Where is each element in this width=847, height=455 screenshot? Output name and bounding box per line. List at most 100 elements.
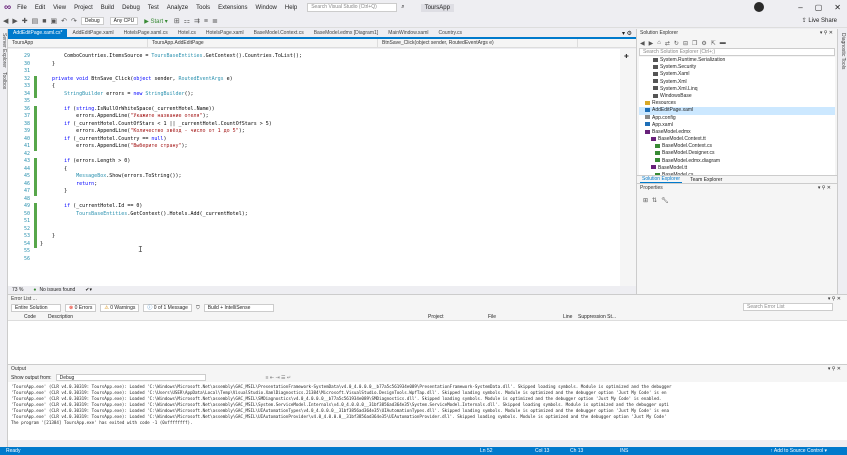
column-description[interactable]: Description (48, 314, 73, 320)
categorized-icon[interactable]: ⊞ (643, 197, 648, 204)
diagnostic-tools-tab[interactable]: Diagnostic Tools (840, 33, 846, 69)
comment-icon[interactable]: ≡ (204, 18, 208, 25)
panel-controls-icon[interactable]: ▾ ⚲ ✕ (828, 365, 841, 373)
code-line[interactable]: errors.AppendLine("Количество звёзд - чи… (40, 128, 620, 136)
code-line[interactable]: } (40, 241, 620, 249)
home-icon[interactable]: ⌂ (657, 40, 661, 46)
add-to-source-control-button[interactable]: ↑ Add to Source Control ▾ (770, 448, 827, 454)
code-line[interactable]: errors.AppendLine("Выберите страну"); (40, 143, 620, 151)
error-list-search-input[interactable]: Search Error List (743, 303, 833, 311)
output-text[interactable]: 'ToursApp.exe' (CLR v4.0.30319: ToursApp… (8, 382, 847, 440)
code-line[interactable]: ComboCountries.ItemsSource = ToursBaseEn… (40, 53, 620, 61)
maximize-icon[interactable]: ▢ (815, 3, 823, 12)
warnings-filter-button[interactable]: ⚠ 0 Warnings (100, 304, 140, 312)
live-share-button[interactable]: ⇪ Live Share (802, 17, 837, 24)
code-line[interactable]: if (string.IsNullOrWhiteSpace(_currentHo… (40, 106, 620, 114)
tree-item[interactable]: AddEditPage.xaml (639, 107, 835, 115)
minimize-icon[interactable]: – (798, 3, 802, 12)
tab-solution-explorer[interactable]: Solution Explorer (640, 176, 683, 183)
code-line[interactable]: } (40, 61, 620, 69)
pin-icon[interactable]: ▬ (720, 40, 726, 46)
tree-item[interactable]: BaseModel.edmx.diagram (639, 158, 835, 165)
class-dropdown[interactable]: ToursApp.AddEditPage (148, 38, 378, 48)
scope-select[interactable]: Entire Solution (11, 304, 61, 312)
panel-controls-icon[interactable]: ▾ ⚲ ✕ (818, 184, 831, 192)
column-suppression[interactable]: Suppression St... (578, 314, 616, 320)
tree-item[interactable]: BaseModel.tt (639, 165, 835, 172)
search-input[interactable]: Search Visual Studio (Ctrl+Q) (307, 3, 398, 12)
tree-item[interactable]: System.Runtime.Serialization (639, 57, 835, 64)
solution-explorer-search-input[interactable]: Search Solution Explorer (Ctrl+;) (639, 48, 835, 56)
back-icon[interactable]: ◀ (640, 40, 645, 47)
tree-item[interactable]: System.Xaml (639, 71, 835, 78)
code-line[interactable]: if (_currentHotel.Country == null) (40, 136, 620, 144)
editor-scrollbar[interactable]: ✚ (620, 49, 636, 286)
close-icon[interactable]: ✕ (834, 3, 841, 12)
code-line[interactable]: return; (40, 181, 620, 189)
tree-item[interactable]: System.Security (639, 64, 835, 71)
code-line[interactable]: errors.AppendLine("Укажите название отел… (40, 113, 620, 121)
errors-filter-button[interactable]: ⊗ 0 Errors (65, 304, 97, 312)
avatar[interactable] (754, 2, 765, 12)
doc-tab[interactable]: AddEditPage.xaml (67, 29, 118, 38)
quick-action-icon[interactable]: ✔▾ (85, 287, 92, 293)
column-code[interactable]: Code (24, 314, 36, 320)
doc-tab[interactable]: MainWindow.xaml (383, 29, 433, 38)
uncomment-icon[interactable]: ≣ (212, 17, 218, 25)
show-all-files-icon[interactable]: ❐ (692, 40, 697, 47)
tree-item[interactable]: BaseModel.cs (639, 172, 835, 175)
tree-item[interactable]: BaseModel.Designer.cs (639, 150, 835, 157)
platform-select[interactable]: Any CPU (109, 17, 139, 25)
toolbar-tool-icon[interactable]: ⚏ (184, 17, 190, 25)
toolbar-tool-icon[interactable]: ⊞ (174, 17, 180, 25)
code-line[interactable] (40, 98, 620, 106)
save-all-icon[interactable]: ▣ (51, 17, 58, 25)
code-line[interactable]: { (40, 166, 620, 174)
tree-item[interactable]: App.xaml (639, 122, 835, 129)
open-icon[interactable]: ▤ (32, 17, 39, 25)
new-project-icon[interactable]: ✚ (22, 17, 28, 25)
menu-item-window[interactable]: Window (256, 5, 277, 11)
properties-icon[interactable]: ⚙ (701, 40, 706, 47)
code-line[interactable] (40, 248, 620, 256)
code-line[interactable]: MessageBox.Show(errors.ToString()); (40, 173, 620, 181)
doc-tab[interactable]: BaseModel.edmx [Diagram1] (309, 29, 383, 38)
server-explorer-tab[interactable]: Server Explorer (1, 33, 7, 68)
code-line[interactable]: ToursBaseEntities.GetContext().Hotels.Ad… (40, 211, 620, 219)
column-file[interactable]: File (488, 314, 496, 320)
start-button[interactable]: ▶ Start ▾ (144, 18, 168, 25)
redo-icon[interactable]: ↷ (71, 17, 77, 25)
output-tool-icons[interactable]: ≡ ⇤ ⇥ ☰ ↵ (266, 375, 292, 381)
filter-icon[interactable]: ⛉ (196, 305, 200, 311)
menu-item-view[interactable]: View (53, 5, 66, 11)
project-dropdown[interactable]: ToursApp (8, 38, 148, 48)
code-text[interactable]: ComboCountries.ItemsSource = ToursBaseEn… (40, 53, 620, 283)
refresh-icon[interactable]: ↻ (674, 40, 679, 47)
save-icon[interactable]: ■ (42, 18, 46, 25)
menu-item-test[interactable]: Test (148, 5, 159, 11)
doc-tab[interactable]: Hotel.cs (173, 29, 201, 38)
wrench-icon[interactable]: 🔧︎ (661, 197, 669, 204)
alphabetical-icon[interactable]: ⇅ (652, 197, 657, 204)
issues-status[interactable]: No issues found (39, 287, 75, 293)
code-line[interactable] (40, 196, 620, 204)
code-line[interactable]: if (_currentHotel.CountOfStars < 1 || _c… (40, 121, 620, 129)
code-line[interactable] (40, 151, 620, 159)
menu-item-edit[interactable]: Edit (35, 5, 45, 11)
build-source-select[interactable]: Build + IntelliSense (203, 304, 274, 312)
forward-icon[interactable]: ▶ (12, 17, 17, 25)
tree-item[interactable]: System.Xml (639, 79, 835, 86)
tree-item[interactable]: BaseModel.edmx (639, 129, 835, 136)
code-line[interactable]: private void BtnSave_Click(object sender… (40, 76, 620, 84)
column-line[interactable]: Line (563, 314, 572, 320)
code-line[interactable] (40, 256, 620, 264)
menu-item-file[interactable]: File (17, 5, 27, 11)
sync-icon[interactable]: ⇄ (665, 40, 670, 47)
messages-filter-button[interactable]: ⓘ 0 of 1 Message (143, 304, 192, 312)
code-line[interactable] (40, 226, 620, 234)
tree-item[interactable]: App.config (639, 115, 835, 122)
menu-item-analyze[interactable]: Analyze (167, 5, 188, 11)
code-line[interactable]: if (errors.Length > 0) (40, 158, 620, 166)
doc-tab[interactable]: AddEditPage.xaml.cs* (8, 29, 68, 38)
tree-item[interactable]: WindowsBase (639, 93, 835, 100)
